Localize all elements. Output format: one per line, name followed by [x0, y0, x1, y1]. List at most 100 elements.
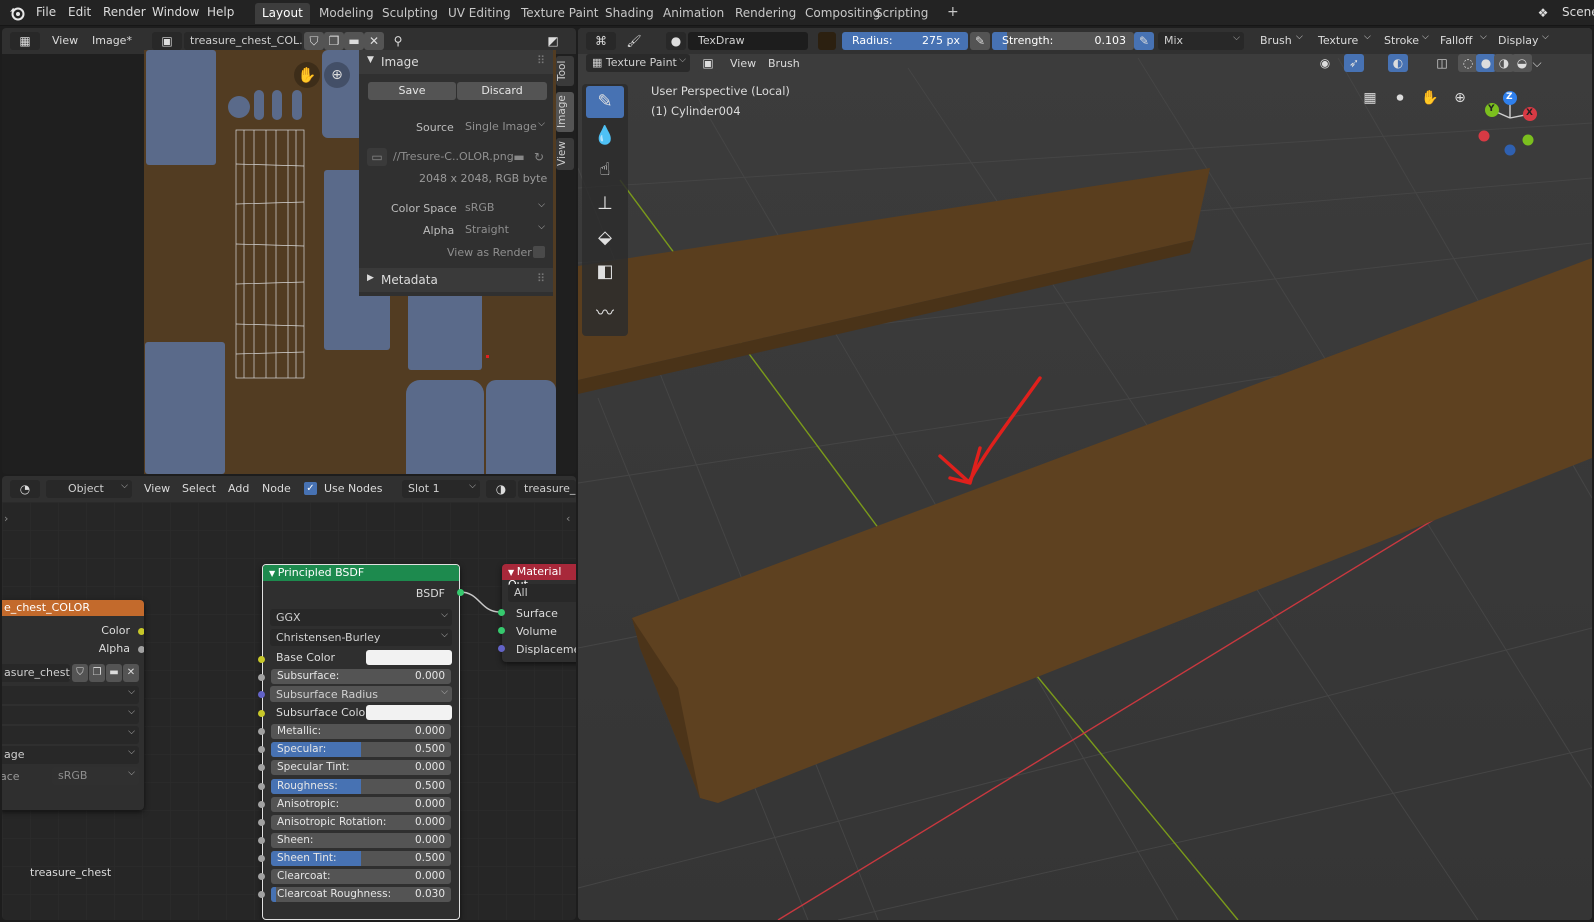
anisotropic-rotation-input-socket[interactable]: [258, 819, 265, 826]
output-target-dropdown[interactable]: All: [508, 584, 576, 602]
strength-pressure-pen-icon[interactable]: ✎: [1134, 32, 1154, 50]
filepath-field[interactable]: //Tresure-C..OLOR.png: [387, 148, 513, 166]
falloff-dropdown[interactable]: Falloff: [1440, 34, 1472, 47]
subsurface-color-swatch[interactable]: [366, 705, 452, 720]
paint-mask-icon[interactable]: ▣: [698, 54, 718, 72]
clearcoat-field[interactable]: Clearcoat: 0.000: [271, 869, 451, 884]
principled-bsdf-header[interactable]: ▼ Principled BSDF: [263, 565, 459, 581]
subsurface-radius-dropdown[interactable]: Subsurface Radius ⌵: [270, 686, 452, 702]
brush-color-swatch[interactable]: [818, 32, 836, 50]
subsurface-color-input-socket[interactable]: [258, 710, 265, 717]
visibility-eye-icon[interactable]: ◉: [1311, 54, 1339, 72]
specular-tint-field[interactable]: Specular Tint: 0.000: [271, 760, 451, 775]
anisotropic-field[interactable]: Anisotropic: 0.000: [271, 797, 451, 812]
tab-scripting[interactable]: Scripting: [868, 3, 935, 24]
interpolation-dropdown[interactable]: ⌵: [2, 686, 139, 704]
zoom-magnifier-icon[interactable]: ⊕: [324, 62, 350, 88]
side-tab-image[interactable]: Image: [556, 92, 574, 132]
toggle-ortho-grid-icon[interactable]: ▦: [1358, 86, 1382, 110]
specular-input-socket[interactable]: [258, 746, 265, 753]
alpha-dropdown[interactable]: Straight ⌵: [459, 221, 549, 239]
image-editor-image-menu[interactable]: Image*: [92, 34, 132, 47]
duplicate-image-icon[interactable]: ❐: [324, 32, 344, 50]
clearcoat-roughness-field[interactable]: Clearcoat Roughness: 0.030: [271, 887, 451, 902]
tab-texture-paint[interactable]: Texture Paint: [514, 3, 605, 24]
stroke-dropdown[interactable]: Stroke: [1384, 34, 1419, 47]
tab-modeling[interactable]: Modeling: [312, 3, 381, 24]
editor-type-icon[interactable]: ▦: [10, 32, 40, 50]
gizmo-toggle-icon[interactable]: ➶: [1344, 54, 1364, 72]
pan-hand-icon[interactable]: ✋: [1418, 86, 1442, 110]
menu-help[interactable]: Help: [207, 5, 234, 19]
menu-window[interactable]: Window: [152, 5, 199, 19]
sheen-tint-input-socket[interactable]: [258, 855, 265, 862]
image-texture-node-header[interactable]: e_chest_COLOR: [2, 600, 144, 616]
source-type-dropdown[interactable]: age ⌵: [2, 746, 139, 764]
volume-input-socket[interactable]: [498, 627, 505, 634]
radius-pressure-pen-icon[interactable]: ✎: [970, 32, 990, 50]
camera-view-icon[interactable]: ⏺: [1388, 86, 1412, 110]
viewport-view-menu[interactable]: View: [730, 57, 756, 70]
displacement-input-socket[interactable]: [498, 645, 505, 652]
subsurface-input-socket[interactable]: [258, 674, 265, 681]
sheen-input-socket[interactable]: [258, 837, 265, 844]
roughness-field[interactable]: Roughness: 0.500: [271, 779, 451, 794]
specular-field[interactable]: Specular: 0.500: [271, 742, 451, 757]
reload-icon[interactable]: ↻: [529, 148, 549, 166]
tab-animation[interactable]: Animation: [656, 3, 731, 24]
menu-edit[interactable]: Edit: [68, 5, 91, 19]
open-image-folder-icon[interactable]: ▬: [344, 32, 364, 50]
image-editor-view-menu[interactable]: View: [52, 34, 78, 47]
add-workspace-button[interactable]: +: [940, 1, 966, 22]
subsurface-radius-input-socket[interactable]: [258, 691, 265, 698]
image-texture-node[interactable]: e_chest_COLOR Color Alpha asure_chest_..…: [2, 600, 144, 810]
pin-icon[interactable]: ⚲: [388, 32, 408, 50]
wireframe-shading-icon[interactable]: ◌: [1458, 54, 1478, 72]
smear-tool-icon[interactable]: ☝: [586, 154, 624, 186]
pan-hand-icon[interactable]: ✋: [294, 62, 320, 88]
material-shading-icon[interactable]: ◑: [1494, 54, 1514, 72]
specular-tint-input-socket[interactable]: [258, 764, 265, 771]
clearcoat-input-socket[interactable]: [258, 873, 265, 880]
unlink-image-close-icon[interactable]: ✕: [123, 664, 139, 682]
blend-mode-dropdown[interactable]: Mix ⌵: [1158, 32, 1244, 50]
base-color-input-socket[interactable]: [258, 656, 265, 663]
tab-uv-editing[interactable]: UV Editing: [441, 3, 518, 24]
display-dropdown[interactable]: Display: [1498, 34, 1539, 47]
blender-logo-icon[interactable]: [8, 4, 26, 22]
subsurface-field[interactable]: Subsurface: 0.000: [271, 669, 451, 684]
viewport-brush-menu[interactable]: Brush: [768, 57, 800, 70]
chevron-down-icon[interactable]: ⌵: [1530, 54, 1544, 72]
open-image-folder-icon[interactable]: ▬: [106, 664, 122, 682]
material-output-header[interactable]: ▼ Material Out: [502, 564, 576, 591]
color-space-dropdown[interactable]: sRGB ⌵: [459, 199, 549, 217]
overlay-toggle-icon[interactable]: ◐: [1388, 54, 1408, 72]
node-color-space-dropdown[interactable]: sRGB ⌵: [52, 767, 139, 785]
soften-tool-icon[interactable]: 💧: [586, 120, 624, 152]
subsurface-method-dropdown[interactable]: Christensen-Burley ⌵: [270, 629, 452, 646]
side-tab-view[interactable]: View: [556, 138, 574, 170]
image-browse-icon[interactable]: ▣: [152, 32, 182, 50]
node-image-name-field[interactable]: asure_chest_..: [2, 664, 70, 682]
clone-stamp-tool-icon[interactable]: ⊥: [586, 188, 624, 220]
brush-dropdown[interactable]: Brush: [1260, 34, 1292, 47]
solid-shading-icon[interactable]: ●: [1476, 54, 1496, 72]
material-output-node[interactable]: ▼ Material Out All Surface Volume Displa…: [502, 564, 576, 662]
scene-selector-icon[interactable]: ❖: [1530, 4, 1556, 22]
alpha-output-socket[interactable]: [138, 646, 144, 653]
brush-browse-icon[interactable]: ●: [666, 32, 686, 50]
rendered-shading-icon[interactable]: ◒: [1512, 54, 1532, 72]
source-dropdown[interactable]: Single Image ⌵: [459, 118, 549, 136]
scene-name[interactable]: Scene: [1562, 5, 1594, 19]
tab-rendering[interactable]: Rendering: [728, 3, 803, 24]
image-panel-header[interactable]: ▼ Image ⠿: [359, 50, 553, 74]
principled-bsdf-node[interactable]: ▼ Principled BSDF BSDF GGX ⌵ Christensen-…: [262, 564, 460, 920]
unlink-image-close-icon[interactable]: ✕: [364, 32, 384, 50]
mode-dropdown[interactable]: ▦ Texture Paint ⌵: [586, 54, 690, 72]
panel-drag-grip-icon[interactable]: ⠿: [537, 54, 545, 67]
discard-button[interactable]: Discard: [457, 82, 547, 100]
metadata-panel-header[interactable]: ▶ Metadata ⠿: [359, 268, 553, 292]
strength-field[interactable]: Strength: 0.103: [992, 32, 1134, 50]
view-as-render-checkbox[interactable]: [533, 246, 545, 258]
xray-toggle-icon[interactable]: ◫: [1432, 54, 1452, 72]
